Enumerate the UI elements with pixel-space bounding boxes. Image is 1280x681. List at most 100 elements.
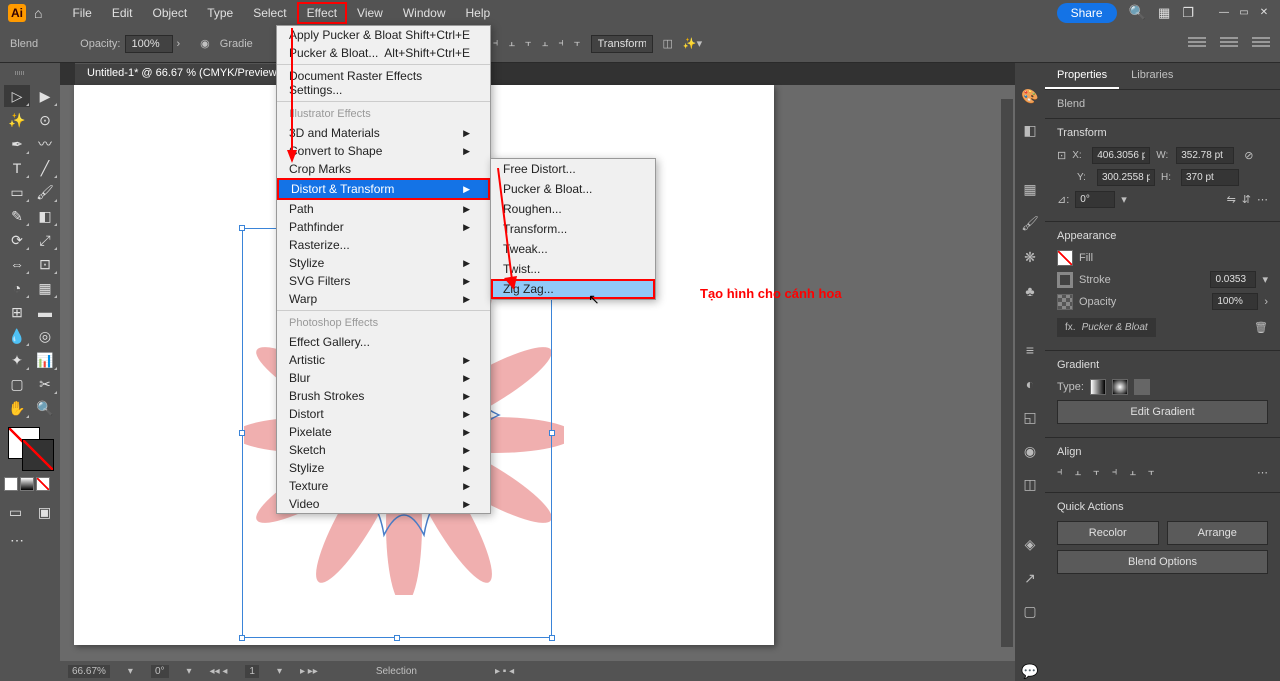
close-button[interactable]: ✕ [1256,5,1272,21]
submenu-tweak-[interactable]: Tweak... [491,239,655,259]
gradient-freeform-icon[interactable] [1134,379,1150,395]
document-tab[interactable]: Untitled-1* @ 66.67 % (CMYK/Preview) [75,63,292,85]
menu-crop-marks[interactable]: Crop Marks [277,160,490,178]
width-tool[interactable]: ⇔ [4,253,30,275]
panel-toggle-1[interactable] [1188,37,1206,51]
panel-toggle-2[interactable] [1220,37,1238,51]
h-input[interactable] [1181,169,1239,186]
menu-select[interactable]: Select [243,2,296,24]
reference-point-icon[interactable]: ⊡ [1057,149,1066,162]
opacity-value-input[interactable] [1212,293,1258,310]
menu-brush-strokes[interactable]: Brush Strokes▶ [277,387,490,405]
magic-wand-tool[interactable]: ✨ [4,109,30,131]
gradient-mode-icon[interactable] [20,477,34,491]
comments-panel-icon[interactable]: 💬 [1020,661,1040,681]
artboard-tool[interactable]: ▢ [4,373,30,395]
menu-stylize[interactable]: Stylize▶ [277,254,490,272]
menu-rasterize-[interactable]: Rasterize... [277,236,490,254]
free-transform-tool[interactable]: ⊡ [32,253,58,275]
stroke-swatch-mini[interactable] [1057,272,1073,288]
wand-icon[interactable]: ✨▾ [683,37,702,50]
gradient-panel-icon[interactable]: ◐ [1020,374,1040,394]
align-more-icon[interactable]: ⋯ [1257,466,1268,479]
search-icon[interactable]: 🔍 [1129,4,1146,21]
vertical-scrollbar[interactable] [1001,99,1013,647]
align-center-icon[interactable]: ⫠ [508,37,515,50]
color-mode-icon[interactable] [4,477,18,491]
share-button[interactable]: Share [1057,3,1117,23]
artboard-nav-next[interactable]: ▸ ▸▸ [300,666,318,677]
workspace-icon[interactable]: ❐ [1182,5,1194,21]
eraser-tool[interactable]: ◧ [32,205,58,227]
more-options-icon[interactable]: ⋯ [1257,193,1268,206]
menu-distort-transform[interactable]: Distort & Transform▶ [277,178,490,200]
clover-icon[interactable]: ♣ [1020,281,1040,301]
curvature-tool[interactable]: 〰 [32,133,58,155]
menu-texture[interactable]: Texture▶ [277,477,490,495]
type-tool[interactable]: T [4,157,30,179]
rotate-tool[interactable]: ⟳ [4,229,30,251]
align-right-icon[interactable]: ⫟ [525,37,532,50]
menu-distort[interactable]: Distort▶ [277,405,490,423]
edit-gradient-button[interactable]: Edit Gradient [1057,400,1268,424]
artboards-panel-icon[interactable]: ▢ [1020,602,1040,622]
recolor-button[interactable]: Recolor [1057,521,1159,545]
layers-panel-icon[interactable]: ◈ [1020,535,1040,555]
screen-mode-full[interactable]: ▣ [33,501,56,523]
pen-tool[interactable]: ✒ [4,133,30,155]
flip-v-icon[interactable]: ⇵ [1242,193,1251,206]
shaper-tool[interactable]: ✎ [4,205,30,227]
eyedropper-tool[interactable]: 💧 [4,325,30,347]
menu-effect-gallery-[interactable]: Effect Gallery... [277,333,490,351]
minimize-button[interactable]: — [1216,5,1232,21]
zoom-field[interactable]: 66.67% [68,665,110,678]
selection-tool[interactable]: ▷ [4,85,30,107]
submenu-roughen-[interactable]: Roughen... [491,199,655,219]
color-guide-icon[interactable]: ◧ [1020,121,1040,141]
tab-libraries[interactable]: Libraries [1119,63,1185,89]
menu-stylize[interactable]: Stylize▶ [277,459,490,477]
mesh-tool[interactable]: ⊞ [4,301,30,323]
lasso-tool[interactable]: ⊙ [32,109,58,131]
submenu-pucker-bloat-[interactable]: Pucker & Bloat... [491,179,655,199]
blend-options-button[interactable]: Blend Options [1057,550,1268,574]
screen-mode-normal[interactable]: ▭ [4,501,27,523]
menu-effect[interactable]: Effect [297,2,347,24]
menu-sketch[interactable]: Sketch▶ [277,441,490,459]
isolate-icon[interactable]: ◫ [663,37,673,50]
submenu-twist-[interactable]: Twist... [491,259,655,279]
blend-tool[interactable]: ◎ [32,325,58,347]
menu-last-effect[interactable]: Pucker & Bloat...Alt+Shift+Ctrl+E [277,44,490,62]
direct-selection-tool[interactable]: ▶ [32,85,58,107]
align-top-icon[interactable]: ⫠ [542,37,549,50]
align-v-bottom-icon[interactable]: ⫟ [1148,466,1155,479]
arrange-docs-icon[interactable]: ▦ [1158,5,1170,21]
artboard-nav-prev[interactable]: ◂◂ ◂ [210,666,228,677]
align-left-icon[interactable]: ⫞ [493,37,499,50]
menu-object[interactable]: Object [143,2,198,24]
artboard-number[interactable]: 1 [245,665,259,678]
transform-input[interactable] [591,35,653,53]
menu-path[interactable]: Path▶ [277,200,490,218]
menu-apply-last-effect[interactable]: Apply Pucker & BloatShift+Ctrl+E [277,26,490,44]
align-bottom-icon[interactable]: ⫟ [574,37,581,50]
shape-builder-tool[interactable]: ◔ [4,277,30,299]
link-wh-icon[interactable]: ⊘ [1244,149,1253,162]
flip-h-icon[interactable]: ⇋ [1227,193,1236,206]
rectangle-tool[interactable]: ▭ [4,181,30,203]
menu-artistic[interactable]: Artistic▶ [277,351,490,369]
perspective-grid-tool[interactable]: ▦ [32,277,58,299]
menu-doc-raster[interactable]: Document Raster Effects Settings... [277,67,490,99]
menu-pathfinder[interactable]: Pathfinder▶ [277,218,490,236]
menu-edit[interactable]: Edit [102,2,143,24]
symbols-panel-icon[interactable]: ❋ [1020,247,1040,267]
appearance-panel-icon[interactable]: ◉ [1020,442,1040,462]
menu-type[interactable]: Type [197,2,243,24]
restore-button[interactable]: ▭ [1236,5,1252,21]
asset-export-icon[interactable]: ↗ [1020,568,1040,588]
menu-window[interactable]: Window [393,2,456,24]
stroke-weight-input[interactable] [1210,271,1256,288]
panel-toggle-3[interactable] [1252,37,1270,51]
paintbrush-tool[interactable]: 🖌 [32,181,58,203]
column-graph-tool[interactable]: 📊 [32,349,58,371]
